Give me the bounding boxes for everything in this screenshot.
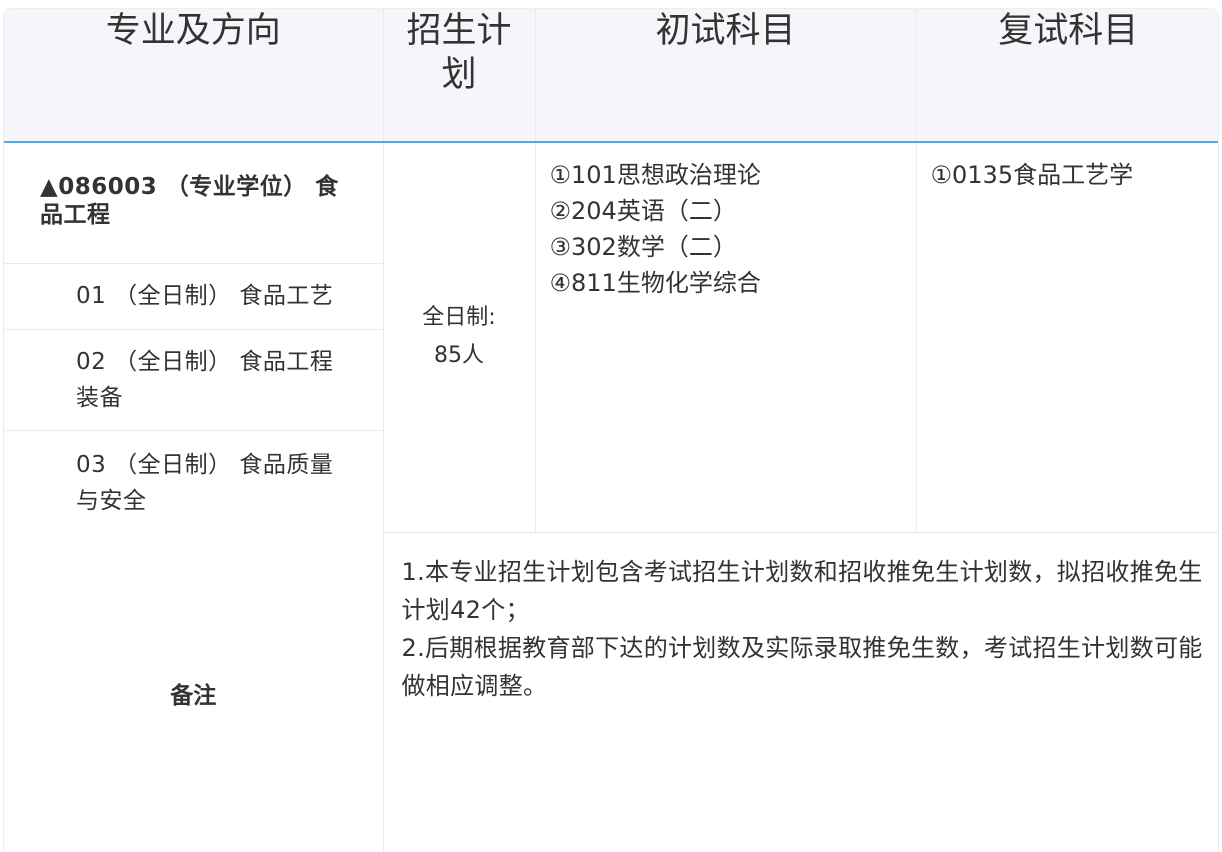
subject-item: ①101思想政治理论 bbox=[549, 161, 761, 189]
remark-label: 备注 bbox=[4, 532, 384, 852]
header-enrollment-plan: 招生计划 bbox=[383, 9, 536, 143]
remark-line: 2.后期根据教育部下达的计划数及实际录取推免生数，考试招生计划数可能做相应调整。 bbox=[401, 633, 1203, 700]
remark-text: 1.本专业招生计划包含考试招生计划数和招收推免生计划数，拟招收推免生计划42个；… bbox=[383, 532, 1218, 852]
subject-item: ②204英语（二） bbox=[549, 197, 737, 225]
direction-item: 02 （全日制） 食品工程装备 bbox=[4, 330, 383, 431]
subject-item: ①0135食品工艺学 bbox=[930, 161, 1134, 189]
subject-item: ③302数学（二） bbox=[549, 233, 737, 261]
major-name: ▲086003 （专业学位） 食品工程 bbox=[4, 143, 383, 264]
direction-item: 01 （全日制） 食品工艺 bbox=[4, 264, 383, 330]
admission-plan-card: 专业及方向 招生计划 初试科目 复试科目 ▲086003 （专业学位） 食品工程… bbox=[3, 8, 1219, 852]
remark-row: 备注 1.本专业招生计划包含考试招生计划数和招收推免生计划数，拟招收推免生计划4… bbox=[4, 532, 1218, 852]
subject-item: ④811生物化学综合 bbox=[549, 269, 761, 297]
header-retest-subjects: 复试科目 bbox=[916, 9, 1218, 143]
retest-subjects-cell: ①0135食品工艺学 bbox=[916, 142, 1218, 533]
enrollment-plan-cell: 全日制: 85人 bbox=[383, 142, 536, 533]
admission-plan-table: 专业及方向 招生计划 初试科目 复试科目 ▲086003 （专业学位） 食品工程… bbox=[4, 9, 1218, 852]
table-header-row: 专业及方向 招生计划 初试科目 复试科目 bbox=[4, 9, 1218, 143]
table-row: ▲086003 （专业学位） 食品工程 01 （全日制） 食品工艺 02 （全日… bbox=[4, 142, 1218, 533]
header-major-direction: 专业及方向 bbox=[4, 9, 384, 143]
plan-type: 全日制: bbox=[422, 305, 496, 331]
header-initial-subjects: 初试科目 bbox=[535, 9, 917, 143]
direction-item: 03 （全日制） 食品质量与安全 bbox=[76, 452, 334, 514]
plan-count: 85人 bbox=[434, 343, 484, 369]
major-direction-cell: ▲086003 （专业学位） 食品工程 01 （全日制） 食品工艺 02 （全日… bbox=[4, 142, 384, 532]
remark-line: 1.本专业招生计划包含考试招生计划数和招收推免生计划数，拟招收推免生计划42个； bbox=[401, 557, 1203, 624]
initial-subjects-cell: ①101思想政治理论 ②204英语（二） ③302数学（二） ④811生物化学综… bbox=[535, 142, 917, 533]
